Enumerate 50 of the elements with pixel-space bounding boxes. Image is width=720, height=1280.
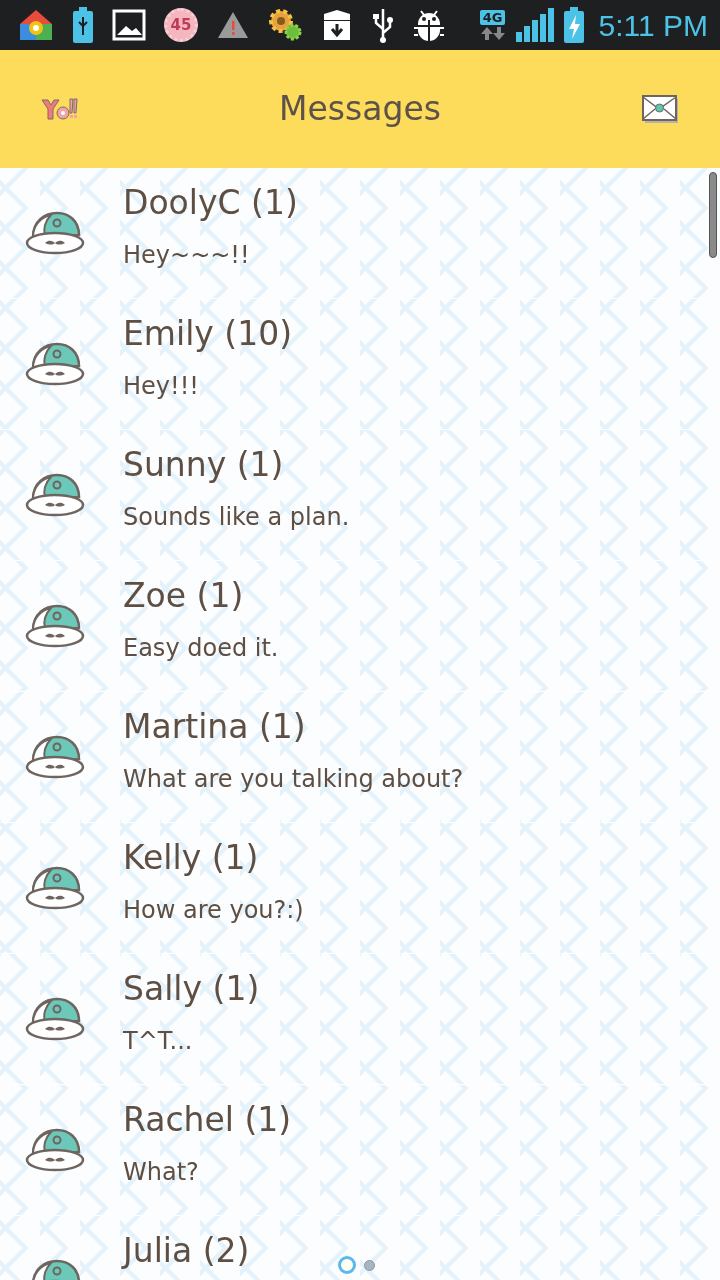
message-preview: Easy doed it. (123, 633, 279, 663)
conversation-row[interactable]: Sally (1) T^T... (0, 954, 720, 1085)
contact-name: Sally (1) (123, 969, 260, 1009)
yo-logo-icon[interactable] (40, 96, 78, 122)
envelope-icon[interactable] (642, 94, 680, 124)
cap-avatar-icon (25, 604, 87, 648)
message-preview: What? (123, 1157, 200, 1187)
clock: 5:11 PM (598, 7, 708, 44)
network-type-label: 4G (479, 9, 506, 25)
contact-name: Zoe (1) (123, 576, 245, 616)
gear-icon (268, 8, 302, 42)
contact-name: Kelly (1) (123, 838, 260, 878)
message-preview: Hey!!! (123, 371, 200, 401)
contact-name: Emily (10) (123, 314, 293, 354)
usb-icon (372, 7, 394, 43)
data-arrows-icon (478, 24, 507, 41)
conversation-row[interactable]: Rachel (1) What? (0, 1085, 720, 1216)
contact-name: Rachel (1) (123, 1100, 292, 1140)
conversation-row[interactable]: Kelly (1) How are you?:) (0, 823, 720, 954)
page-dot[interactable] (338, 1256, 356, 1274)
message-preview: Sounds like a plan. (123, 502, 350, 532)
battery-usb-icon (72, 7, 94, 43)
cap-avatar-icon (25, 997, 87, 1041)
home-icon (18, 8, 54, 42)
warning-icon (216, 10, 250, 40)
battery-charging-icon (562, 7, 585, 43)
cap-avatar-icon (25, 342, 87, 386)
cap-avatar-icon (25, 866, 87, 910)
contact-name: Martina (1) (123, 707, 307, 747)
contact-name: DoolyC (1) (123, 183, 298, 223)
contact-name: Julia (2) (123, 1231, 250, 1271)
message-preview: What are you talking about? (123, 764, 464, 794)
notification-badge: 45 (164, 8, 198, 42)
bug-icon (412, 8, 446, 42)
conversation-row[interactable]: Sunny (1) Sounds like a plan. (0, 430, 720, 561)
conversation-row[interactable]: Martina (1) What are you talking about? (0, 692, 720, 823)
conversation-row[interactable]: Emily (10) Hey!!! (0, 299, 720, 430)
cap-avatar-icon (25, 1128, 87, 1172)
cap-avatar-icon (25, 211, 87, 255)
signal-icon (514, 8, 555, 42)
image-icon (112, 9, 146, 41)
page-dot[interactable] (364, 1259, 375, 1271)
conversation-row[interactable]: Zoe (1) Easy doed it. (0, 561, 720, 692)
contact-name: Sunny (1) (123, 445, 285, 485)
cap-avatar-icon (25, 735, 87, 779)
message-preview: How are you?:) (123, 895, 304, 925)
message-preview: T^T... (123, 1026, 194, 1056)
message-preview: Hey~~~!! (123, 240, 251, 270)
cap-avatar-icon (25, 473, 87, 517)
header-title: Messages (279, 88, 441, 131)
